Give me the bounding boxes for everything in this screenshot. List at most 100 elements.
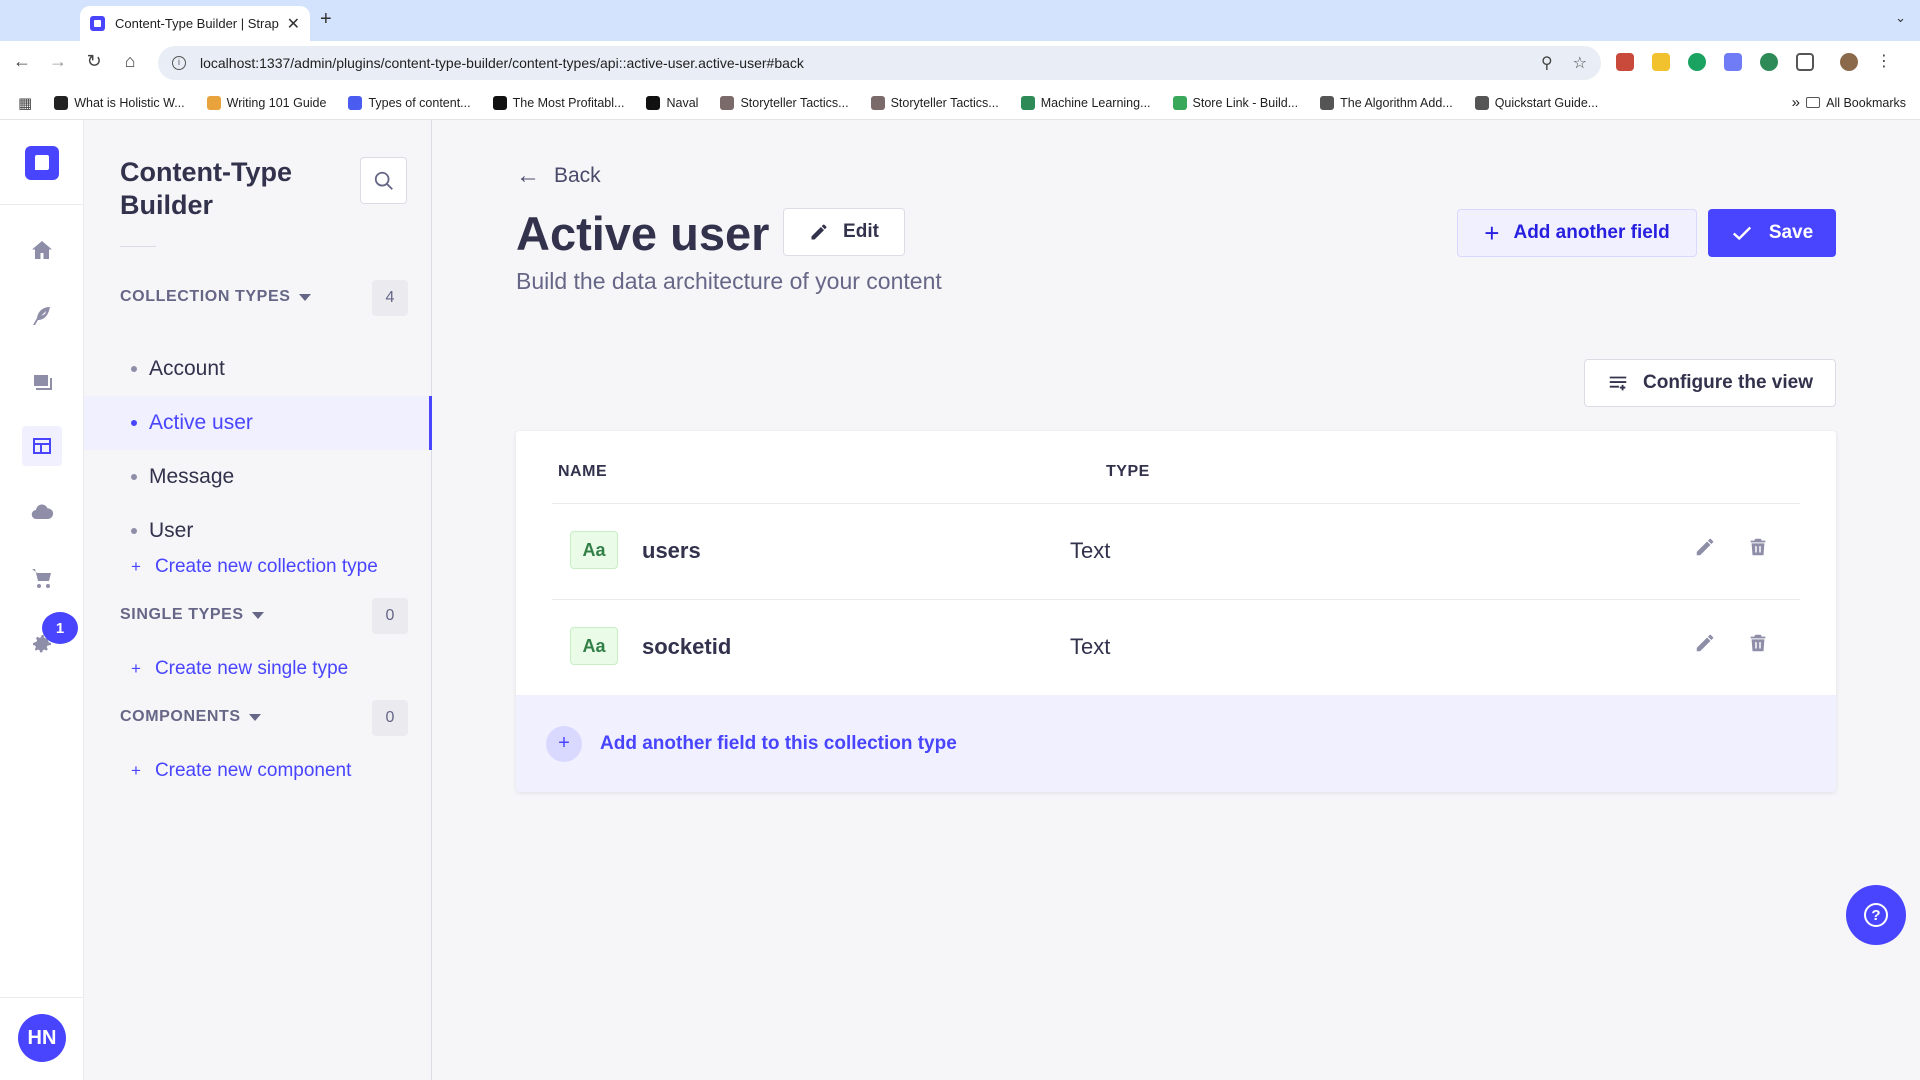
bookmark-favicon-icon: [1172, 95, 1187, 110]
collection-type-label: User: [149, 519, 194, 542]
add-another-field-button[interactable]: + Add another field: [1457, 209, 1697, 257]
question-mark-icon: ?: [1864, 903, 1888, 927]
bookmark-favicon-icon: [54, 95, 69, 110]
strapi-admin: 1 HN Content-Type Builder COLLECTION TYP…: [0, 120, 1920, 1080]
apps-grid-icon[interactable]: ▦: [18, 94, 32, 112]
bookmark-item[interactable]: Store Link - Build...: [1172, 95, 1298, 110]
help-button[interactable]: ?: [1846, 885, 1906, 945]
content-type-builder-icon[interactable]: [22, 426, 62, 466]
collection-type-item[interactable]: Account: [84, 342, 432, 396]
bookmark-star-icon[interactable]: ☆: [1573, 53, 1587, 73]
home-icon[interactable]: ⌂: [118, 51, 142, 72]
strapi-logo-icon[interactable]: [25, 146, 59, 180]
tab-title: Content-Type Builder | Strapi: [115, 16, 279, 31]
field-type: Text: [1070, 538, 1111, 563]
field-name: users: [642, 538, 701, 563]
bookmark-label: The Algorithm Add...: [1340, 95, 1453, 110]
page-subtitle: Build the data architecture of your cont…: [516, 268, 942, 294]
back-link[interactable]: ← Back: [516, 162, 601, 190]
strapi-favicon-icon: [90, 16, 105, 31]
new-tab-icon[interactable]: +: [320, 8, 332, 31]
back-arrow-icon[interactable]: ←: [10, 51, 34, 72]
collection-type-item[interactable]: Active user: [84, 396, 432, 450]
bookmark-item[interactable]: Quickstart Guide...: [1474, 95, 1598, 110]
field-type: Text: [1070, 634, 1111, 659]
reload-icon[interactable]: ↻: [82, 51, 106, 72]
bullet-dot-icon: [131, 528, 137, 534]
content-manager-feather-icon[interactable]: [22, 296, 62, 336]
cloud-icon[interactable]: [22, 492, 62, 532]
configure-view-button[interactable]: Configure the view: [1584, 359, 1836, 407]
delete-field-trash-icon[interactable]: [1747, 632, 1771, 656]
media-library-icon[interactable]: [22, 362, 62, 402]
page-title: Active user: [516, 207, 770, 260]
forward-arrow-icon[interactable]: →: [46, 51, 70, 72]
components-toggle[interactable]: COMPONENTS: [120, 708, 261, 726]
extension-icon[interactable]: [1652, 53, 1670, 71]
bookmark-item[interactable]: Machine Learning...: [1020, 95, 1151, 110]
bookmark-favicon-icon: [1320, 95, 1335, 110]
caret-down-icon: [248, 713, 261, 721]
address-bar[interactable]: i localhost:1337/admin/plugins/content-t…: [158, 46, 1601, 80]
table-row[interactable]: Aa socketid Text: [552, 599, 1800, 695]
subnav-title: Content-Type Builder: [120, 157, 292, 220]
extension-icon[interactable]: [1760, 53, 1778, 71]
bookmark-favicon-icon: [492, 95, 507, 110]
create-collection-type-link[interactable]: + Create new collection type: [131, 556, 378, 578]
plus-circle-icon: +: [546, 725, 582, 762]
profile-avatar-icon[interactable]: [1840, 53, 1858, 71]
home-nav-icon[interactable]: [22, 230, 62, 270]
column-header-name: NAME: [558, 463, 608, 480]
bullet-dot-icon: [131, 474, 137, 480]
bookmark-item[interactable]: Storyteller Tactics...: [720, 95, 849, 110]
extension-icon[interactable]: [1724, 53, 1742, 71]
extension-icon[interactable]: [1616, 53, 1634, 71]
delete-field-trash-icon[interactable]: [1747, 536, 1771, 560]
edit-field-pencil-icon[interactable]: [1694, 536, 1718, 560]
grammarly-icon[interactable]: [1688, 53, 1706, 71]
all-bookmarks-label: All Bookmarks: [1826, 95, 1906, 110]
bookmark-favicon-icon: [1474, 95, 1489, 110]
bookmark-item[interactable]: Naval: [646, 95, 698, 110]
all-bookmarks-button[interactable]: All Bookmarks: [1806, 96, 1906, 110]
text-field-icon: Aa: [570, 531, 618, 569]
zoom-icon[interactable]: ⚲: [1541, 53, 1553, 73]
table-row[interactable]: Aa users Text: [552, 503, 1800, 599]
search-icon: [374, 171, 393, 190]
browser-menu-icon[interactable]: ⋮: [1876, 51, 1892, 71]
edit-label: Edit: [843, 221, 879, 242]
save-label: Save: [1768, 222, 1814, 243]
more-bookmarks-icon[interactable]: »: [1792, 94, 1800, 111]
collection-type-label: Active user: [149, 411, 253, 434]
marketplace-cart-icon[interactable]: [22, 558, 62, 598]
collection-types-toggle[interactable]: COLLECTION TYPES: [120, 288, 311, 306]
bookmark-item[interactable]: Types of content...: [348, 95, 471, 110]
collection-type-item[interactable]: User: [84, 504, 432, 558]
bookmark-item[interactable]: Writing 101 Guide: [206, 95, 326, 110]
bookmark-item[interactable]: The Most Profitabl...: [492, 95, 624, 110]
bullet-dot-icon: [131, 366, 137, 372]
bookmark-list: What is Holistic W... Writing 101 Guide Ty…: [54, 95, 1620, 110]
site-info-icon[interactable]: i: [172, 56, 186, 70]
subnav-search-button[interactable]: [360, 157, 407, 204]
single-types-toggle[interactable]: SINGLE TYPES: [120, 606, 264, 624]
create-component-link[interactable]: + Create new component: [131, 760, 351, 782]
tab-search-chevron-icon[interactable]: ⌄: [1895, 10, 1906, 26]
close-tab-icon[interactable]: ✕: [287, 14, 300, 34]
bullet-dot-icon: [131, 420, 137, 426]
bookmark-label: Storyteller Tactics...: [740, 95, 849, 110]
notification-badge: 1: [42, 612, 78, 644]
bookmark-item[interactable]: Storyteller Tactics...: [870, 95, 999, 110]
bookmark-item[interactable]: The Algorithm Add...: [1320, 95, 1453, 110]
browser-tab[interactable]: Content-Type Builder | Strapi ✕: [80, 6, 310, 41]
edit-button[interactable]: Edit: [783, 208, 905, 256]
bookmark-item[interactable]: What is Holistic W...: [54, 95, 185, 110]
save-button[interactable]: Save: [1708, 209, 1836, 257]
user-avatar[interactable]: HN: [18, 1014, 66, 1062]
edit-field-pencil-icon[interactable]: [1694, 632, 1718, 656]
add-field-to-collection-button[interactable]: + Add another field to this collection t…: [516, 695, 1836, 792]
create-single-type-link[interactable]: + Create new single type: [131, 658, 348, 680]
browser-tab-bar: Content-Type Builder | Strapi ✕ + ⌄: [0, 0, 1920, 41]
extensions-puzzle-icon[interactable]: [1796, 53, 1814, 71]
collection-type-item[interactable]: Message: [84, 450, 432, 504]
